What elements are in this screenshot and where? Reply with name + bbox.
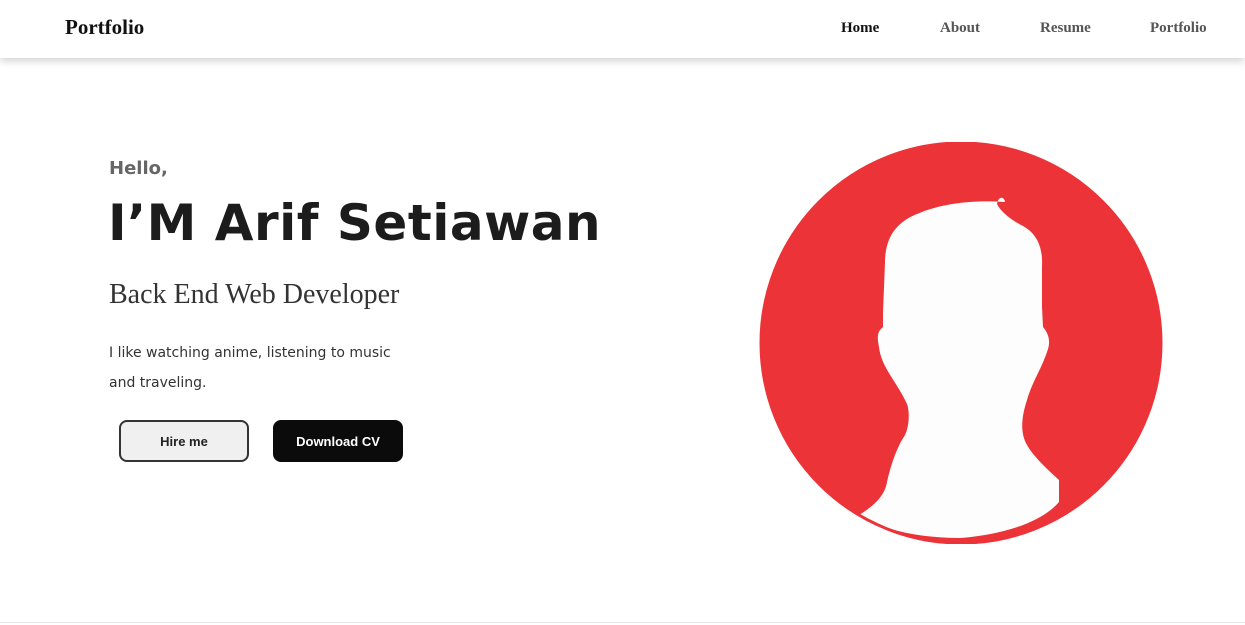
navbar: Portfolio Home About Resume Portfolio <box>0 0 1245 58</box>
hire-me-button[interactable]: Hire me <box>119 420 249 462</box>
avatar-silhouette <box>859 197 1059 538</box>
hero-bio: I like watching anime, listening to musi… <box>109 338 409 398</box>
nav-resume-link[interactable]: Resume <box>1040 20 1091 37</box>
brand-logo[interactable]: Portfolio <box>65 15 144 40</box>
nav-portfolio-link[interactable]: Portfolio <box>1150 20 1207 37</box>
user-silhouette-icon <box>759 142 1163 544</box>
hero-name: I’M Arif Setiawan <box>108 194 602 252</box>
hero-bio-line-2: and traveling. <box>109 375 207 391</box>
hero-greeting: Hello, <box>109 158 168 179</box>
download-cv-button[interactable]: Download CV <box>273 420 403 462</box>
hero-bio-line-1: I like watching anime, listening to musi… <box>109 345 391 361</box>
nav-home-link[interactable]: Home <box>841 20 879 37</box>
nav-about-link[interactable]: About <box>940 20 980 37</box>
hero-role: Back End Web Developer <box>109 279 400 310</box>
section-divider <box>0 622 1245 623</box>
